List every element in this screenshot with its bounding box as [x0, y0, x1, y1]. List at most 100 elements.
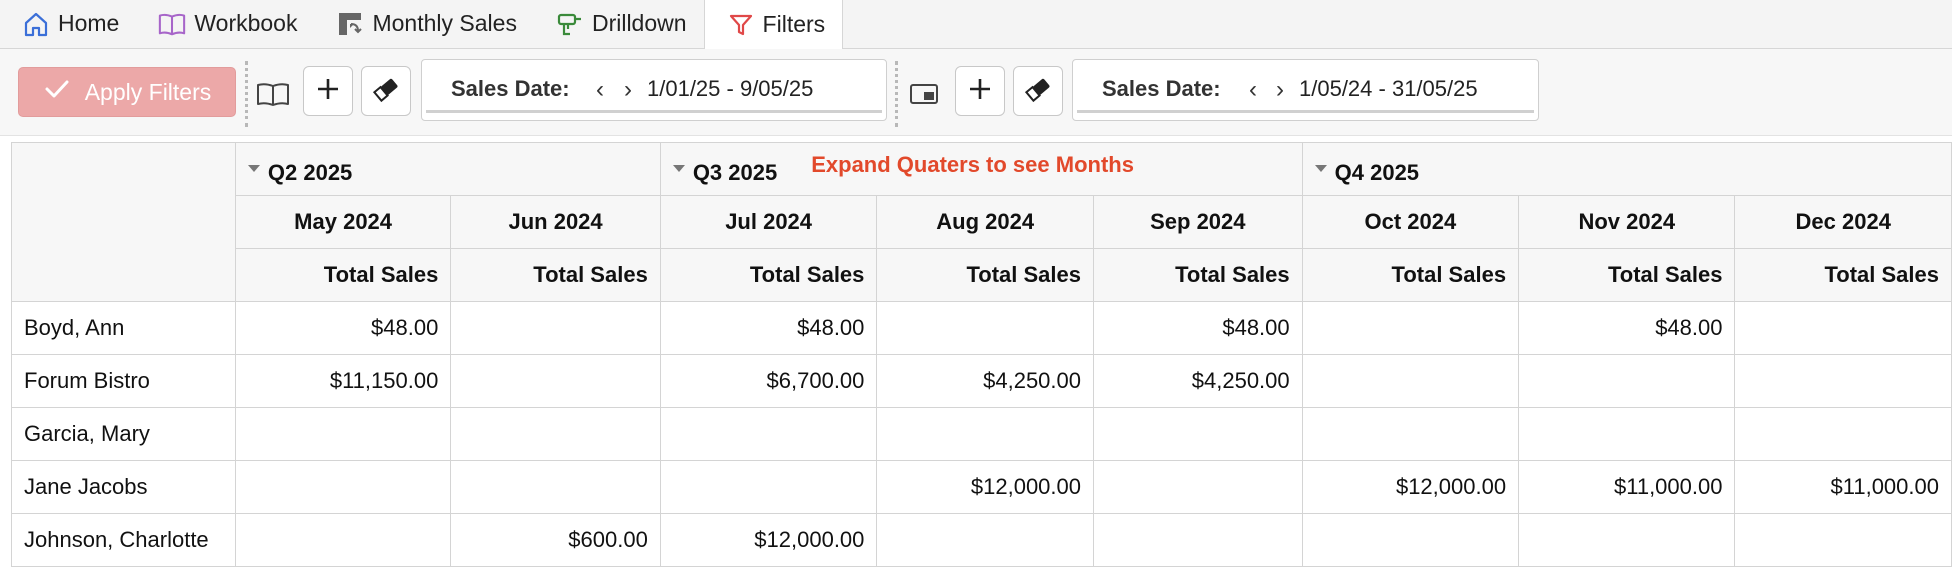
tab-drilldown[interactable]: Drilldown [534, 0, 704, 47]
measure-header-row: Total Sales Total Sales Total Sales Total S… [12, 248, 1952, 302]
data-cell[interactable] [876, 513, 1094, 567]
data-cell[interactable]: $12,000.00 [1301, 460, 1520, 514]
tab-filters[interactable]: Filters [703, 0, 844, 49]
data-cell[interactable] [450, 407, 661, 461]
add-filter-button[interactable] [303, 66, 353, 116]
row-header[interactable]: Johnson, Charlotte [11, 513, 236, 567]
data-cell[interactable]: $4,250.00 [876, 354, 1094, 408]
measure-header: Total Sales [876, 248, 1094, 302]
data-cell[interactable] [1301, 301, 1520, 355]
data-cell[interactable]: $48.00 [234, 301, 452, 355]
data-cell[interactable] [659, 460, 878, 514]
row-header[interactable]: Garcia, Mary [11, 407, 236, 461]
quarter-header-q4[interactable]: Q4 2025 [1301, 142, 1952, 196]
data-cell[interactable]: $12,000.00 [659, 513, 878, 567]
data-cell[interactable] [450, 301, 661, 355]
row-header[interactable]: Forum Bistro [11, 354, 236, 408]
filter-underline [426, 110, 882, 113]
filter-value: 1/05/24 - 31/05/25 [1299, 76, 1478, 101]
data-cell[interactable] [1301, 354, 1520, 408]
month-header[interactable]: Jul 2024 [659, 195, 878, 249]
quarter-header-q2[interactable]: Q2 2025 [234, 142, 661, 196]
data-cell[interactable] [659, 407, 878, 461]
collapse-caret-icon[interactable] [247, 165, 260, 173]
data-cell[interactable] [1518, 354, 1736, 408]
data-cell[interactable]: $11,000.00 [1518, 460, 1736, 514]
chevron-right-icon[interactable]: › [624, 76, 632, 104]
quarter-label: Q2 2025 [267, 159, 353, 185]
data-cell[interactable]: $4,250.00 [1093, 354, 1303, 408]
data-cell[interactable] [1518, 513, 1736, 567]
data-cell[interactable] [1734, 513, 1952, 567]
row-header[interactable]: Boyd, Ann [11, 301, 236, 355]
plus-icon [967, 76, 993, 107]
tab-monthly-sales[interactable]: Monthly Sales [314, 0, 533, 47]
tab-home-label: Home [58, 10, 120, 36]
month-header[interactable]: Oct 2024 [1301, 195, 1520, 249]
data-cell[interactable] [234, 460, 452, 514]
month-header[interactable]: Nov 2024 [1518, 195, 1736, 249]
data-cell[interactable] [876, 301, 1094, 355]
corner-cell [11, 142, 236, 302]
sales-date-filter-2[interactable]: Sales Date: ‹ › 1/05/24 - 31/05/25 [1072, 59, 1539, 121]
data-cell[interactable] [1734, 301, 1952, 355]
tab-home[interactable]: Home [0, 0, 136, 47]
data-cell[interactable] [450, 460, 661, 514]
chevron-left-icon[interactable]: ‹ [1249, 76, 1257, 104]
data-cell[interactable] [1093, 460, 1303, 514]
tab-monthly-sales-label: Monthly Sales [372, 10, 517, 36]
data-cell[interactable] [1093, 513, 1303, 567]
data-cell[interactable]: $11,000.00 [1734, 460, 1952, 514]
filter-label: Sales Date: [451, 76, 570, 101]
data-cell[interactable] [1734, 407, 1952, 461]
tab-workbook[interactable]: Workbook [136, 0, 314, 47]
tab-workbook-label: Workbook [194, 10, 298, 36]
measure-header: Total Sales [450, 248, 661, 302]
filter-underline [1077, 110, 1534, 113]
data-cell[interactable]: $6,700.00 [659, 354, 878, 408]
data-cell[interactable] [876, 407, 1094, 461]
apply-filters-button[interactable]: Apply Filters [18, 67, 236, 117]
data-cell[interactable] [1093, 407, 1303, 461]
apply-filters-label: Apply Filters [84, 78, 212, 105]
expand-note: Expand Quaters to see Months [811, 152, 1134, 178]
measure-header: Total Sales [1301, 248, 1520, 302]
month-header[interactable]: Aug 2024 [876, 195, 1094, 249]
measure-header: Total Sales [659, 248, 878, 302]
add-filter-button-2[interactable] [955, 66, 1005, 116]
data-cell[interactable]: $12,000.00 [876, 460, 1094, 514]
data-cell[interactable] [234, 407, 452, 461]
data-cell[interactable] [1301, 407, 1520, 461]
chevron-right-icon[interactable]: › [1276, 76, 1284, 104]
filter-label: Sales Date: [1102, 76, 1221, 101]
measure-header: Total Sales [1093, 248, 1303, 302]
month-header[interactable]: Dec 2024 [1734, 195, 1952, 249]
quarter-header-q3[interactable]: Q3 2025 Expand Quaters to see Months [659, 142, 1303, 196]
chevron-left-icon[interactable]: ‹ [596, 76, 604, 104]
table-row: Forum Bistro $11,150.00 $6,700.00 $4,250.00… [11, 354, 1952, 408]
pivot-grid: Q2 2025 Q3 2025 Expand Quaters to see Mon… [11, 142, 1952, 567]
data-cell[interactable]: $48.00 [1518, 301, 1736, 355]
collapse-caret-icon[interactable] [1314, 165, 1327, 173]
row-header[interactable]: Jane Jacobs [11, 460, 236, 514]
data-cell[interactable] [1734, 354, 1952, 408]
data-cell[interactable]: $48.00 [659, 301, 878, 355]
open-book-icon[interactable] [253, 74, 293, 114]
sales-date-filter-1[interactable]: Sales Date: ‹ › 1/01/25 - 9/05/25 [421, 59, 887, 121]
data-cell[interactable] [1518, 407, 1736, 461]
data-cell[interactable] [1301, 513, 1520, 567]
data-cell[interactable] [234, 513, 452, 567]
filter-value: 1/01/25 - 9/05/25 [647, 76, 814, 101]
collapse-caret-icon[interactable] [672, 165, 685, 173]
data-cell[interactable]: $600.00 [450, 513, 661, 567]
panel-icon[interactable] [904, 74, 944, 114]
data-cell[interactable]: $48.00 [1093, 301, 1303, 355]
clear-filters-button-2[interactable] [1013, 66, 1063, 116]
month-header[interactable]: May 2024 [234, 195, 452, 249]
data-cell[interactable]: $11,150.00 [234, 354, 452, 408]
data-cell[interactable] [450, 354, 661, 408]
clear-filters-button[interactable] [361, 66, 411, 116]
month-header[interactable]: Sep 2024 [1093, 195, 1303, 249]
month-header[interactable]: Jun 2024 [450, 195, 661, 249]
filter-toolbar: Apply Filters Sales Date: ‹ › 1/01/25 - … [0, 49, 1952, 136]
